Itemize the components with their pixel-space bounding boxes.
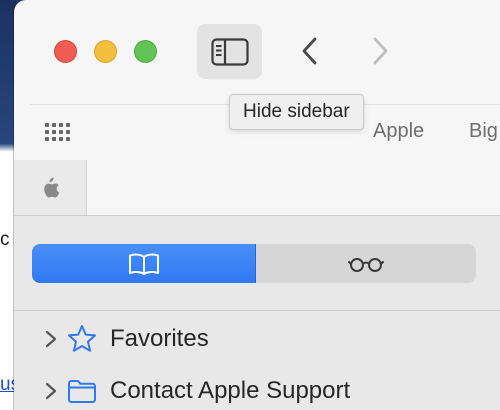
favorites-bar-item-big[interactable]: Big <box>469 120 498 143</box>
zoom-button[interactable] <box>134 40 157 63</box>
tab-apple[interactable] <box>14 160 87 216</box>
chevron-right-icon[interactable] <box>44 381 58 401</box>
background-text-fragment: c <box>0 229 10 250</box>
grid-icon <box>45 123 70 141</box>
sidebar-icon <box>210 37 249 66</box>
reading-list-segment[interactable] <box>256 244 476 283</box>
sidebar-segmented-control <box>32 244 476 283</box>
close-button[interactable] <box>54 40 77 63</box>
sidebar-divider <box>14 310 500 311</box>
sidebar-toggle-button[interactable] <box>197 24 262 79</box>
favorites-grid-button[interactable] <box>44 121 72 143</box>
forward-button[interactable] <box>363 32 397 70</box>
folder-icon <box>68 380 96 403</box>
bookmarks-segment[interactable] <box>32 244 256 283</box>
apple-logo-icon <box>44 177 60 198</box>
sidebar: Favorites Contact Apple Support <box>14 216 500 410</box>
sidebar-item-contact-apple-support[interactable]: Contact Apple Support <box>14 369 494 410</box>
chevron-left-icon <box>302 37 317 65</box>
sidebar-item-label: Favorites <box>110 325 209 352</box>
sidebar-item-favorites[interactable]: Favorites <box>14 317 494 361</box>
book-icon <box>128 253 159 275</box>
chevron-right-icon <box>373 37 388 65</box>
chevron-right-icon[interactable] <box>44 329 58 349</box>
tooltip: Hide sidebar <box>229 94 364 130</box>
back-button[interactable] <box>293 32 327 70</box>
star-icon <box>68 325 96 352</box>
sidebar-item-label: Contact Apple Support <box>110 377 351 404</box>
safari-window: Hide sidebar Apple Big Favorites Contact… <box>14 0 500 410</box>
background-link-fragment: us <box>0 374 14 395</box>
minimize-button[interactable] <box>94 40 117 63</box>
favorites-bar-item-apple[interactable]: Apple <box>373 120 424 143</box>
reading-glasses-icon <box>348 257 384 272</box>
